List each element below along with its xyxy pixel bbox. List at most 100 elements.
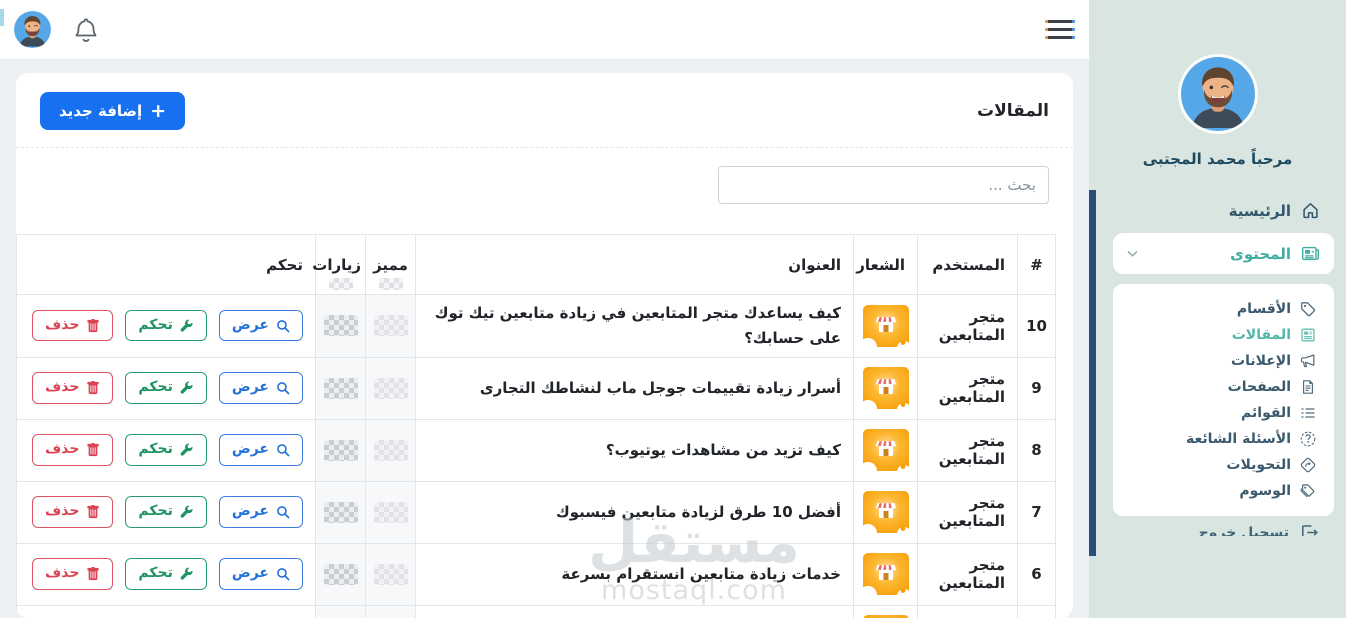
content-area: المقالات + إضافة جديد بحث ... # المستخدم… xyxy=(0,60,1089,618)
sidebar-item-tags[interactable]: الوسوم xyxy=(1131,478,1316,504)
sidebar-item-label: المحتوى xyxy=(1230,244,1291,263)
store-logo xyxy=(853,480,918,544)
sidebar-item-faq[interactable]: الأسئلة الشائعة xyxy=(1131,426,1316,452)
magnifier-icon xyxy=(276,567,290,581)
sidebar-item-content[interactable]: المحتوى xyxy=(1113,233,1334,274)
sidebar-item-pages[interactable]: الصفحات xyxy=(1131,374,1316,400)
wrench-icon xyxy=(180,319,194,333)
turn-sign-icon xyxy=(1300,457,1316,473)
sidebar-scrollbar[interactable] xyxy=(1089,190,1096,556)
tags-icon xyxy=(1300,483,1316,499)
censored-block xyxy=(323,563,358,585)
delete-button[interactable]: حذف xyxy=(31,310,114,342)
column-header-actions: تحكم xyxy=(16,234,316,295)
store-logo xyxy=(853,418,918,482)
search-input[interactable] xyxy=(718,166,1049,204)
censored-block xyxy=(323,501,358,523)
delete-button[interactable]: حذف xyxy=(31,372,114,404)
control-button[interactable]: تحكم xyxy=(125,434,207,466)
main-area: المقالات + إضافة جديد بحث ... # المستخدم… xyxy=(0,0,1089,618)
sidebar-submenu: الأقسام المقالات الإعلانات الصفحات القوا… xyxy=(1113,284,1334,516)
control-button[interactable]: تحكم xyxy=(125,496,207,528)
trash-icon xyxy=(86,443,100,457)
censored-block xyxy=(323,377,358,399)
store-logo xyxy=(853,542,918,606)
sidebar-item-lists[interactable]: القوائم xyxy=(1131,400,1316,426)
page-title: المقالات xyxy=(977,101,1049,121)
magnifier-icon xyxy=(276,319,290,333)
delete-button[interactable]: حذف xyxy=(31,434,114,466)
censored-block xyxy=(373,377,408,399)
table-header-row: # المستخدم الشعار العنوان مميز زيارات تح… xyxy=(16,234,1056,295)
censored-block xyxy=(373,501,408,523)
topbar xyxy=(0,0,1089,60)
censored-block xyxy=(323,439,358,461)
column-header-title: العنوان xyxy=(415,234,854,295)
hamburger-menu-icon[interactable] xyxy=(1045,16,1075,43)
view-button[interactable]: عرض xyxy=(218,496,303,528)
delete-button[interactable]: حذف xyxy=(31,558,114,590)
add-new-button[interactable]: + إضافة جديد xyxy=(40,92,186,130)
censored-block xyxy=(373,439,408,461)
column-header-user: المستخدم xyxy=(917,234,1018,295)
sidebar-item-logout[interactable]: تسجيل خروج xyxy=(1101,523,1334,536)
magnifier-icon xyxy=(276,381,290,395)
wrench-icon xyxy=(180,505,194,519)
control-button[interactable]: تحكم xyxy=(125,310,207,342)
sidebar-item-home[interactable]: الرئيسية xyxy=(1101,192,1334,229)
megaphone-icon xyxy=(1300,353,1316,369)
card-header: المقالات + إضافة جديد xyxy=(16,73,1073,148)
sidebar-item-label: الرئيسية xyxy=(1228,201,1291,220)
sidebar-item-sections[interactable]: الأقسام xyxy=(1131,296,1316,322)
tag-icon xyxy=(1300,301,1316,317)
sidebar-profile: مرحباً محمد المجتبى xyxy=(1089,0,1346,168)
articles-card: المقالات + إضافة جديد بحث ... # المستخدم… xyxy=(16,73,1073,618)
corner-decoration xyxy=(0,9,4,26)
article-icon xyxy=(1300,327,1316,343)
sidebar: مرحباً محمد المجتبى الرئيسية المحتوى الأ… xyxy=(1089,0,1346,618)
table-row: 10 متجر المتابعين كيف يساعدك متجر المتاب… xyxy=(16,294,1056,358)
view-button[interactable]: عرض xyxy=(218,434,303,466)
delete-button[interactable]: حذف xyxy=(31,496,114,528)
plus-icon: + xyxy=(150,100,167,122)
store-logo xyxy=(853,356,918,420)
app-root: مرحباً محمد المجتبى الرئيسية المحتوى الأ… xyxy=(0,0,1346,618)
table-row: 8 متجر المتابعين كيف تزيد من مشاهدات يوت… xyxy=(16,418,1056,482)
sidebar-item-articles[interactable]: المقالات xyxy=(1131,322,1316,348)
column-header-featured: مميز xyxy=(365,234,416,295)
sidebar-item-redirects[interactable]: التحويلات xyxy=(1131,452,1316,478)
column-header-visits: زيارات xyxy=(312,234,366,295)
wrench-icon xyxy=(180,567,194,581)
control-button[interactable]: تحكم xyxy=(125,558,207,590)
newspaper-icon xyxy=(1301,244,1320,263)
table-row: 9 متجر المتابعين أسرار زيادة تقييمات جوج… xyxy=(16,356,1056,420)
home-icon xyxy=(1301,201,1320,220)
topbar-avatar[interactable] xyxy=(14,11,51,48)
censored-block xyxy=(328,278,353,290)
articles-table: # المستخدم الشعار العنوان مميز زيارات تح… xyxy=(16,234,1056,618)
view-button[interactable]: عرض xyxy=(218,558,303,590)
view-button[interactable]: عرض xyxy=(218,310,303,342)
table-row: 7 متجر المتابعين أفضل 10 طرق لزيادة متاب… xyxy=(16,480,1056,544)
magnifier-icon xyxy=(276,443,290,457)
search-section xyxy=(16,148,1073,204)
store-logo xyxy=(853,604,918,618)
trash-icon xyxy=(86,381,100,395)
table-row: 6 متجر المتابعين خدمات زيادة متابعين انس… xyxy=(16,542,1056,606)
wrench-icon xyxy=(180,381,194,395)
column-header-logo: الشعار xyxy=(853,234,918,295)
store-logo xyxy=(853,294,918,358)
question-icon xyxy=(1300,431,1316,447)
censored-block xyxy=(378,278,403,290)
wrench-icon xyxy=(180,443,194,457)
censored-block xyxy=(323,315,358,337)
exit-door-icon xyxy=(1299,523,1318,536)
file-icon xyxy=(1300,379,1316,395)
view-button[interactable]: عرض xyxy=(218,372,303,404)
sidebar-logout-clipped: تسجيل خروج xyxy=(1101,523,1334,536)
censored-block xyxy=(373,315,408,337)
bell-icon[interactable] xyxy=(73,17,99,43)
sidebar-item-ads[interactable]: الإعلانات xyxy=(1131,348,1316,374)
control-button[interactable]: تحكم xyxy=(125,372,207,404)
magnifier-icon xyxy=(276,505,290,519)
